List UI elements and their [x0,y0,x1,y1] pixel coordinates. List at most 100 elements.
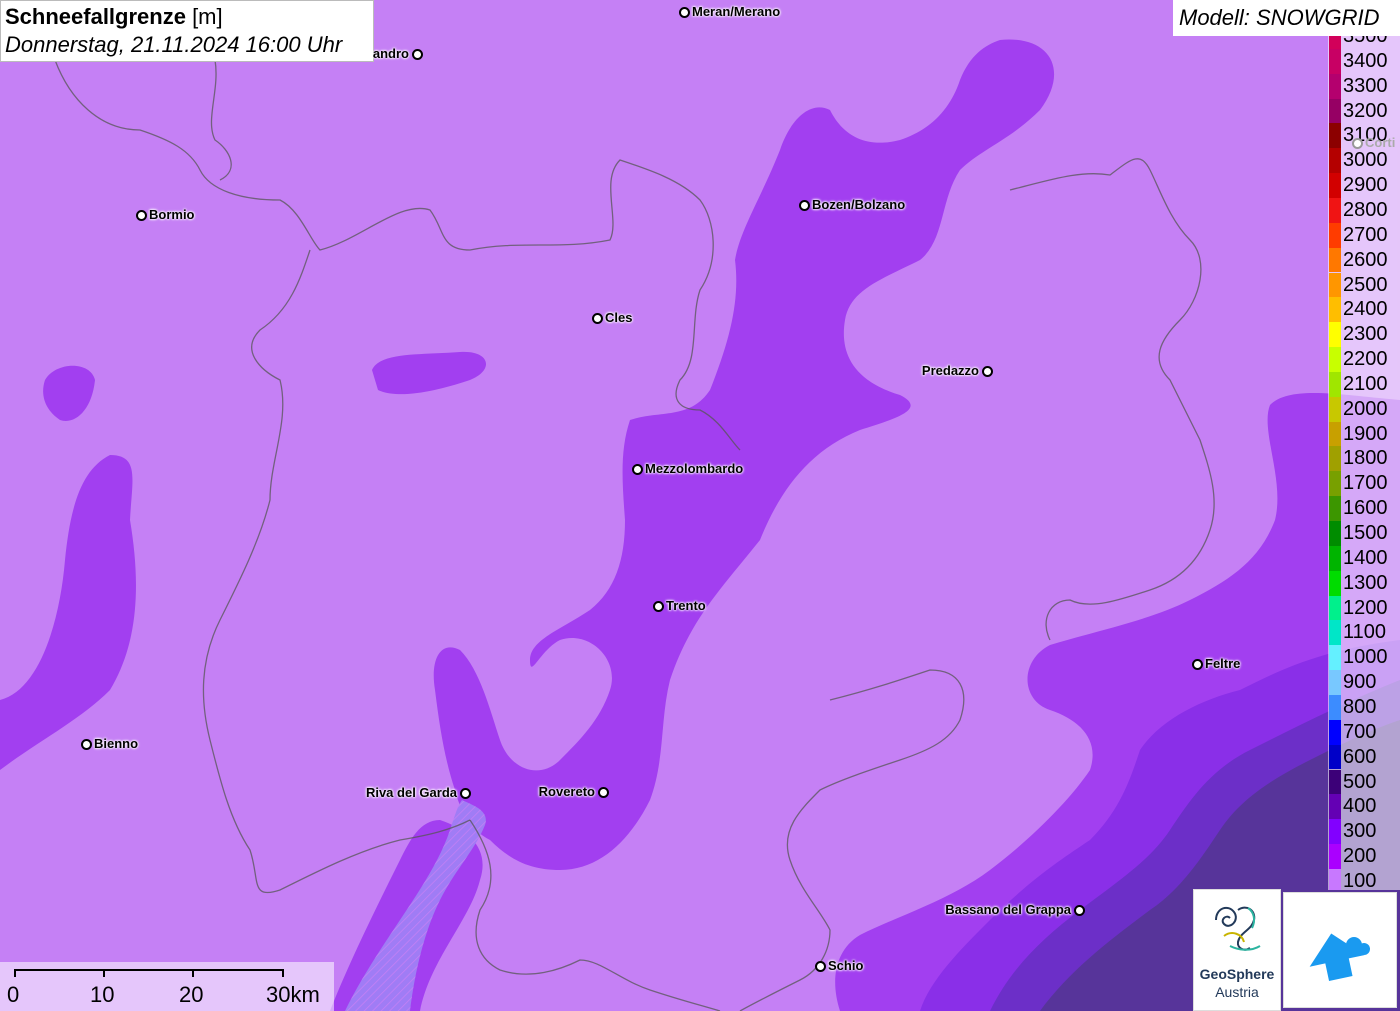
geosphere-name: GeoSphere [1199,966,1275,982]
legend-swatch [1329,347,1341,372]
city-marker[interactable] [81,739,92,750]
city-marker[interactable] [799,200,810,211]
legend-swatch [1329,222,1341,248]
city-marker[interactable] [136,210,147,221]
legend-swatch [1329,670,1341,695]
legend-label: 2100 [1343,372,1388,395]
legend-swatch [1329,471,1341,497]
legend-swatch [1329,396,1341,422]
title-bold: Schneefallgrenze [5,4,186,29]
scale-bar: 0 10 20 30km [0,962,334,1011]
legend-label: 3500 [1343,36,1388,47]
city-marker[interactable] [460,788,471,799]
legend-label: 2800 [1343,198,1388,221]
scale-tick [14,969,16,977]
legend-label: 600 [1343,745,1377,768]
legend-swatch [1329,36,1341,49]
legend-swatch [1329,197,1341,223]
scale-label: 20 [179,982,204,1007]
legend-entry: 3300 [1328,73,1400,99]
legend-entry: 2700 [1328,222,1400,248]
city-marker[interactable] [632,464,643,475]
legend-swatch [1329,496,1341,521]
city-marker[interactable] [598,787,609,798]
legend-swatch [1329,421,1341,447]
legend-swatch [1329,620,1341,646]
city-label[interactable]: Bassano del Grappa [945,902,1071,917]
legend-swatch [1329,322,1341,348]
city-marker[interactable] [592,313,603,324]
snow-cloud-icon [1309,933,1370,981]
scale-label: 10 [90,982,115,1007]
legend-label: 700 [1343,720,1377,743]
legend-label: 1100 [1343,621,1387,644]
city-label[interactable]: Meran/Merano [692,4,780,19]
scale-tick [103,969,105,977]
city-label[interactable]: Corti [1365,135,1395,150]
city-label[interactable]: Riva del Garda [366,785,457,800]
city-label[interactable]: Bormio [149,207,195,222]
legend-swatch [1329,794,1341,820]
legend-swatch [1329,123,1341,149]
legend-swatch [1329,521,1341,546]
legend-label: 900 [1343,671,1377,694]
legend-entry: 2300 [1328,322,1400,348]
legend-swatch [1329,446,1341,472]
city-marker[interactable] [982,366,993,377]
city-label[interactable]: Feltre [1205,656,1240,671]
legend-label: 1400 [1343,546,1388,569]
legend-swatch [1329,645,1341,671]
legend-swatch [1329,719,1341,745]
geosphere-logo[interactable]: GeoSphere Austria [1193,889,1281,1011]
legend-label: 500 [1343,770,1377,793]
legend-label: 2700 [1343,223,1388,246]
legend-entry: 1900 [1328,421,1400,447]
legend-swatch [1329,844,1341,869]
legend-entry: 1600 [1328,496,1400,521]
scale-tick [282,969,284,977]
legend-entry: 900 [1328,670,1400,695]
legend-entry: 700 [1328,719,1400,745]
city-label[interactable]: Cles [605,310,632,325]
legend-entry: 800 [1328,694,1400,720]
legend-swatch [1329,272,1341,298]
legend-label: 2000 [1343,397,1388,420]
title-unit: [m] [185,4,223,29]
city-label[interactable]: Predazzo [922,363,979,378]
legend-label: 1000 [1343,646,1388,669]
model-label: Modell: SNOWGRID [1173,0,1400,36]
legend-swatch [1329,297,1341,323]
city-marker[interactable] [679,7,690,18]
legend-entry: 1800 [1328,446,1400,472]
app-logo[interactable] [1283,892,1397,1008]
legend-label: 200 [1343,845,1377,868]
legend-label: 1300 [1343,571,1388,594]
city-marker[interactable] [1352,138,1363,149]
scale-label: 0 [7,982,20,1007]
city-label[interactable]: Bozen/Bolzano [812,197,905,212]
legend-entry: 600 [1328,744,1400,770]
color-legend: 3500 3400 3300 3200 3100 3000 2900 2800 2700 2600… [1328,36,1400,890]
city-marker[interactable] [1074,905,1085,916]
city-label[interactable]: Bienno [94,736,138,751]
legend-entry: 2400 [1328,297,1400,323]
city-marker[interactable] [815,961,826,972]
legend-label: 400 [1343,795,1377,818]
city-label[interactable]: Schio [828,958,863,973]
city-label[interactable]: andro [373,46,409,61]
legend-swatch [1329,173,1341,198]
legend-label: 100 [1343,869,1377,890]
city-marker[interactable] [412,49,423,60]
legend-entry: 2800 [1328,197,1400,223]
city-label[interactable]: Rovereto [539,784,595,799]
map-canvas[interactable]: Schneefallgrenze [m] Donnerstag, 21.11.2… [0,0,1400,1011]
city-label[interactable]: Mezzolombardo [645,461,743,476]
scale-tick [192,969,194,977]
legend-entry: 1000 [1328,645,1400,671]
geosphere-swirl-icon [1215,906,1261,951]
scale-label: 30km [266,982,320,1007]
city-marker[interactable] [1192,659,1203,670]
city-label[interactable]: Trento [666,598,706,613]
legend-entry: 3000 [1328,148,1400,174]
city-marker[interactable] [653,601,664,612]
